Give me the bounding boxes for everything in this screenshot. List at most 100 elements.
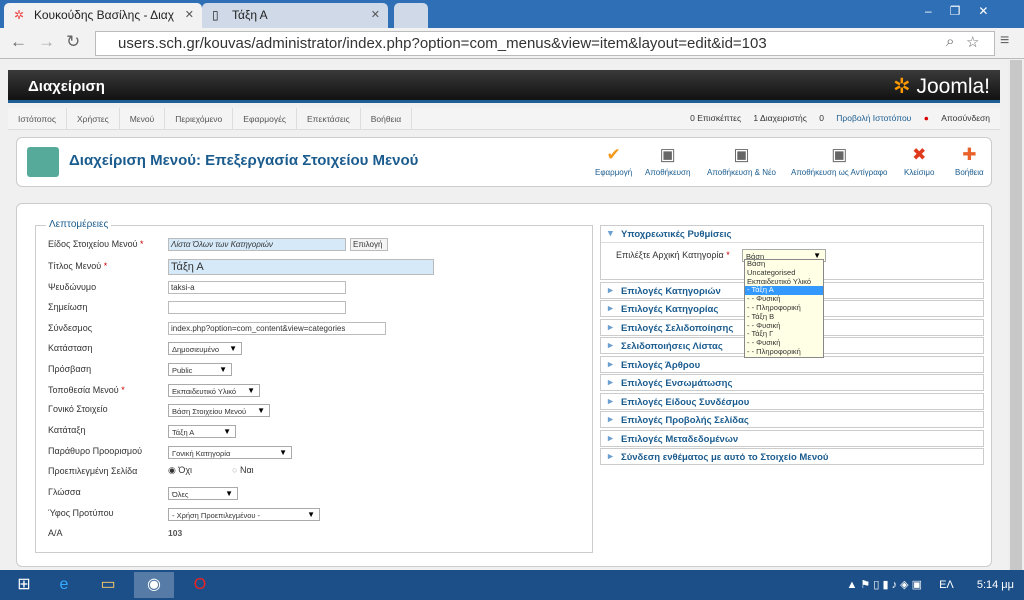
status-label: Κατάσταση [48, 343, 93, 353]
scrollbar-thumb[interactable] [1010, 60, 1022, 570]
browser-tab[interactable]: ▯ Τάξη Α ✕ [202, 3, 388, 28]
logout-link[interactable]: ● Αποσύνδεση [924, 113, 990, 123]
select-type-button[interactable]: Επιλογή [350, 238, 388, 251]
access-select[interactable]: Public [168, 363, 232, 376]
options-pane[interactable]: Επιλογές Άρθρου [600, 355, 984, 373]
visitors-count: 0 Επισκέπτες [690, 113, 742, 123]
lifebuoy-icon: ✚ [962, 145, 977, 164]
options-pane[interactable]: Σύνδεση ενθέματος με αυτό το Στοιχείο Με… [600, 448, 984, 465]
joomla-logo: ✲ Joomla! [893, 75, 990, 98]
options-pane[interactable]: Επιλογές Μεταδεδομένων [600, 429, 984, 447]
menu-item[interactable]: Βοήθεια [361, 108, 413, 130]
alias-input[interactable]: taksi-a [168, 281, 346, 294]
chrome-icon[interactable]: ◉ [134, 572, 174, 598]
admin-menu: Ιστότοπος Χρήστες Μενού Περιεχόμενο Εφαρμογέ… [8, 108, 1000, 130]
reload-icon[interactable]: ↻ [66, 32, 80, 52]
menu-item[interactable]: Ιστότοπος [8, 108, 67, 130]
menu-item[interactable]: Μενού [120, 108, 166, 130]
new-tab-button[interactable] [394, 3, 428, 28]
window-controls[interactable]: –❐✕ [925, 4, 1007, 18]
joomla-icon: ✲ [14, 8, 25, 22]
menu-item[interactable]: Επεκτάσεις [297, 108, 361, 130]
access-label: Πρόσβαση [48, 364, 92, 374]
link-label: Σύνδεσμος [48, 323, 93, 333]
messages-count[interactable]: 0 [819, 113, 824, 123]
back-icon[interactable]: ← [10, 32, 27, 52]
scrollbar[interactable] [1008, 60, 1024, 570]
help-button[interactable]: ✚ Βοήθεια [955, 145, 984, 178]
start-icon[interactable]: ⊞ [4, 572, 44, 598]
admin-header: Διαχείριση ✲ Joomla! [8, 70, 1000, 103]
ordering-select[interactable]: Τάξη Α [168, 425, 236, 438]
save-new-icon: ▣ [733, 145, 750, 164]
dropdown-option[interactable]: - - Πληροφορική [745, 347, 823, 357]
fieldset-legend: Λεπτομέρειες [46, 219, 112, 230]
save-new-button[interactable]: ▣ Αποθήκευση & Νέο [707, 145, 776, 178]
language-indicator[interactable]: ΕΛ [939, 579, 954, 591]
type-field: Λίστα Όλων των Κατηγοριών [168, 238, 346, 251]
address-bar-row: ← → ↻ users.sch.gr/kouvas/administrator/… [0, 28, 1024, 59]
menu-icon[interactable]: ≡ [1000, 32, 1009, 50]
page-icon: ▯ [212, 8, 219, 22]
options-pane[interactable]: Επιλογές Προβολής Σελίδας [600, 411, 984, 428]
template-style-label: Ύφος Προτύπου [48, 508, 114, 518]
menu-item[interactable]: Χρήστες [67, 108, 120, 130]
page-title: Διαχείριση Μενού: Επεξεργασία Στοιχείου … [69, 152, 419, 169]
system-tray: ▲ ⚑ ▯ ▮ ♪ ◈ ▣ ΕΛ 5:14 μμ [846, 578, 1014, 591]
title-input[interactable]: Τάξη Α [168, 259, 434, 275]
menu-manager-icon [27, 147, 59, 177]
target-select[interactable]: Γονική Κατηγορία [168, 446, 292, 459]
options-pane[interactable]: Επιλογές Ενσωμάτωσης [600, 374, 984, 391]
apply-button[interactable]: ✔ Εφαρμογή [595, 145, 632, 178]
options-pane[interactable]: Επιλογές Είδους Συνδέσμου [600, 392, 984, 410]
alias-label: Ψευδώνυμο [48, 282, 97, 292]
forward-icon[interactable]: → [38, 32, 55, 52]
browser-tab[interactable]: ✲ Κουκούδης Βασίλης - Διαχ ✕ [4, 3, 202, 28]
close-button[interactable]: ✖ Κλείσιμο [904, 145, 934, 178]
note-input[interactable] [168, 301, 346, 314]
search-icon[interactable]: ⌕ [946, 33, 954, 50]
close-icon: ✖ [912, 145, 927, 164]
menu-item[interactable]: Εφαρμογές [233, 108, 297, 130]
status-select[interactable]: Δημοσιευμένο [168, 342, 242, 355]
category-dropdown-list[interactable]: Βάση Uncategorised Εκπαιδευτικό Υλικό - Τάξ… [744, 259, 824, 358]
opera-icon[interactable]: O [180, 572, 220, 598]
parent-select[interactable]: Βάση Στοιχείου Μενού [168, 404, 270, 417]
star-icon[interactable]: ☆ [966, 33, 979, 51]
menu-location-select[interactable]: Εκπαιδευτικό Υλικό [168, 384, 260, 397]
menu-location-label: Τοποθεσία Μενού * [48, 385, 125, 395]
save-button[interactable]: ▣ Αποθήκευση [645, 146, 690, 178]
close-tab-icon[interactable]: ✕ [371, 8, 380, 21]
type-label: Είδος Στοιχείου Μενού * [48, 239, 144, 249]
url-input[interactable]: users.sch.gr/kouvas/administrator/index.… [95, 31, 995, 56]
template-style-select[interactable]: - Χρήση Προεπιλεγμένου - [168, 508, 320, 521]
save-copy-button[interactable]: ▣ Αποθήκευση ως Αντίγραφο [791, 145, 887, 178]
language-select[interactable]: Όλες [168, 487, 238, 500]
default-page-label: Προεπιλεγμένη Σελίδα [48, 466, 138, 476]
target-label: Παράθυρο Προορισμού [48, 446, 142, 456]
admins-count: 1 Διαχειριστής [753, 113, 807, 123]
folder-icon[interactable]: ▭ [88, 572, 128, 598]
view-site-link[interactable]: Προβολή Ιστοτόπου [836, 113, 911, 123]
edit-form: Λεπτομέρειες Είδος Στοιχείου Μενού * Λίσ… [16, 203, 992, 567]
language-label: Γλώσσα [48, 487, 81, 497]
tray-icons[interactable]: ▲ ⚑ ▯ ▮ ♪ ◈ ▣ [846, 579, 922, 591]
clock[interactable]: 5:14 μμ [977, 579, 1014, 591]
close-tab-icon[interactable]: ✕ [185, 8, 194, 21]
tab-title: Τάξη Α [232, 8, 268, 22]
page: Διαχείριση ✲ Joomla! Ιστότοπος Χρήστες Μεν… [0, 60, 1008, 570]
pane-header[interactable]: Υποχρεωτικές Ρυθμίσεις [601, 226, 983, 243]
toolbar: Διαχείριση Μενού: Επεξεργασία Στοιχείου … [16, 137, 992, 187]
menu-item[interactable]: Περιεχόμενο [165, 108, 234, 130]
ie-icon[interactable]: e [44, 572, 84, 598]
check-icon: ✔ [606, 145, 621, 164]
tab-title: Κουκούδης Βασίλης - Διαχ [34, 8, 175, 22]
default-yes-radio[interactable]: ○ Ναι [232, 465, 254, 475]
save-copy-icon: ▣ [831, 145, 848, 164]
category-label: Επιλέξτε Αρχική Κατηγορία * [616, 250, 730, 260]
link-input: index.php?option=com_content&view=catego… [168, 322, 386, 335]
id-value: 103 [168, 528, 183, 538]
default-no-radio[interactable]: ◉ Όχι [168, 465, 192, 476]
ordering-label: Κατάταξη [48, 425, 86, 435]
note-label: Σημείωση [48, 302, 88, 312]
